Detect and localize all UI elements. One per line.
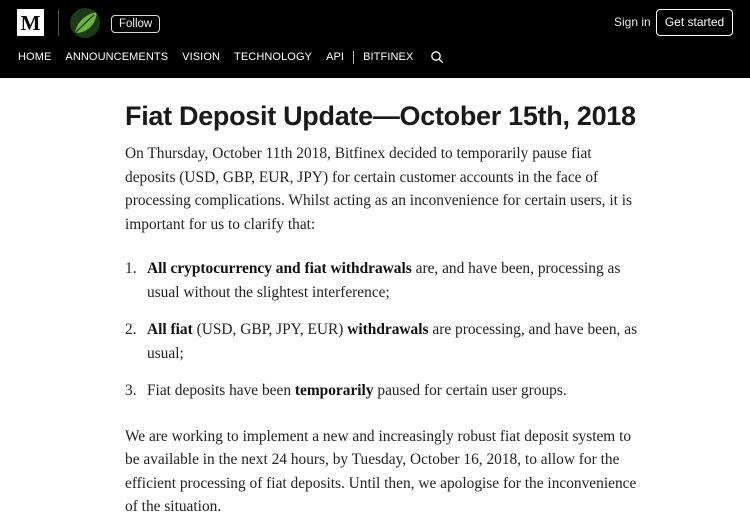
clarification-list: 1. All cryptocurrency and fiat withdrawa… — [125, 257, 645, 403]
nav-separator — [353, 50, 355, 64]
top-bar: M Follow Sign in Get started HOME ANNOUN… — [0, 0, 750, 78]
leaf-icon — [74, 12, 97, 34]
medium-logo[interactable]: M — [17, 9, 44, 36]
list-bold-text: All fiat — [147, 321, 193, 338]
search-icon[interactable] — [430, 50, 444, 64]
nav-bar: HOME ANNOUNCEMENTS VISION TECHNOLOGY API… — [18, 50, 444, 64]
article-body: Fiat Deposit Update—October 15th, 2018 O… — [125, 92, 645, 519]
sign-in-link[interactable]: Sign in — [614, 15, 651, 29]
get-started-button[interactable]: Get started — [656, 9, 733, 36]
nav-bitfinex[interactable]: BITFINEX — [363, 51, 413, 63]
list-text: paused for certain user groups. — [373, 382, 567, 399]
intro-paragraph: On Thursday, October 11th 2018, Bitfinex… — [125, 145, 633, 233]
nav-announcements[interactable]: ANNOUNCEMENTS — [65, 51, 168, 63]
list-item: 3. Fiat deposits have been temporarily p… — [125, 379, 645, 403]
nav-technology[interactable]: TECHNOLOGY — [234, 51, 312, 63]
list-text: (USD, GBP, JPY, EUR) — [192, 321, 348, 338]
follow-button[interactable]: Follow — [111, 15, 161, 33]
bitfinex-leaf-logo[interactable] — [70, 8, 100, 38]
list-number: 3. — [125, 382, 137, 399]
nav-vision[interactable]: VISION — [182, 51, 220, 63]
nav-home[interactable]: HOME — [18, 51, 51, 63]
list-text: Fiat deposits have been — [147, 382, 295, 399]
list-bold-text: withdrawals — [347, 321, 429, 338]
list-number: 2. — [125, 321, 137, 338]
list-bold-text: All cryptocurrency and fiat withdrawals — [147, 260, 412, 277]
nav-api[interactable]: API — [326, 51, 344, 63]
header-divider — [58, 10, 59, 36]
list-bold-text: temporarily — [294, 382, 374, 399]
article-title: Fiat Deposit Update—October 15th, 2018 — [125, 101, 636, 131]
list-item: 1. All cryptocurrency and fiat withdrawa… — [125, 257, 645, 304]
list-item: 2. All fiat (USD, GBP, JPY, EUR) withdra… — [125, 318, 645, 365]
list-number: 1. — [125, 260, 137, 277]
closing-paragraph: We are working to implement a new and in… — [125, 427, 637, 516]
